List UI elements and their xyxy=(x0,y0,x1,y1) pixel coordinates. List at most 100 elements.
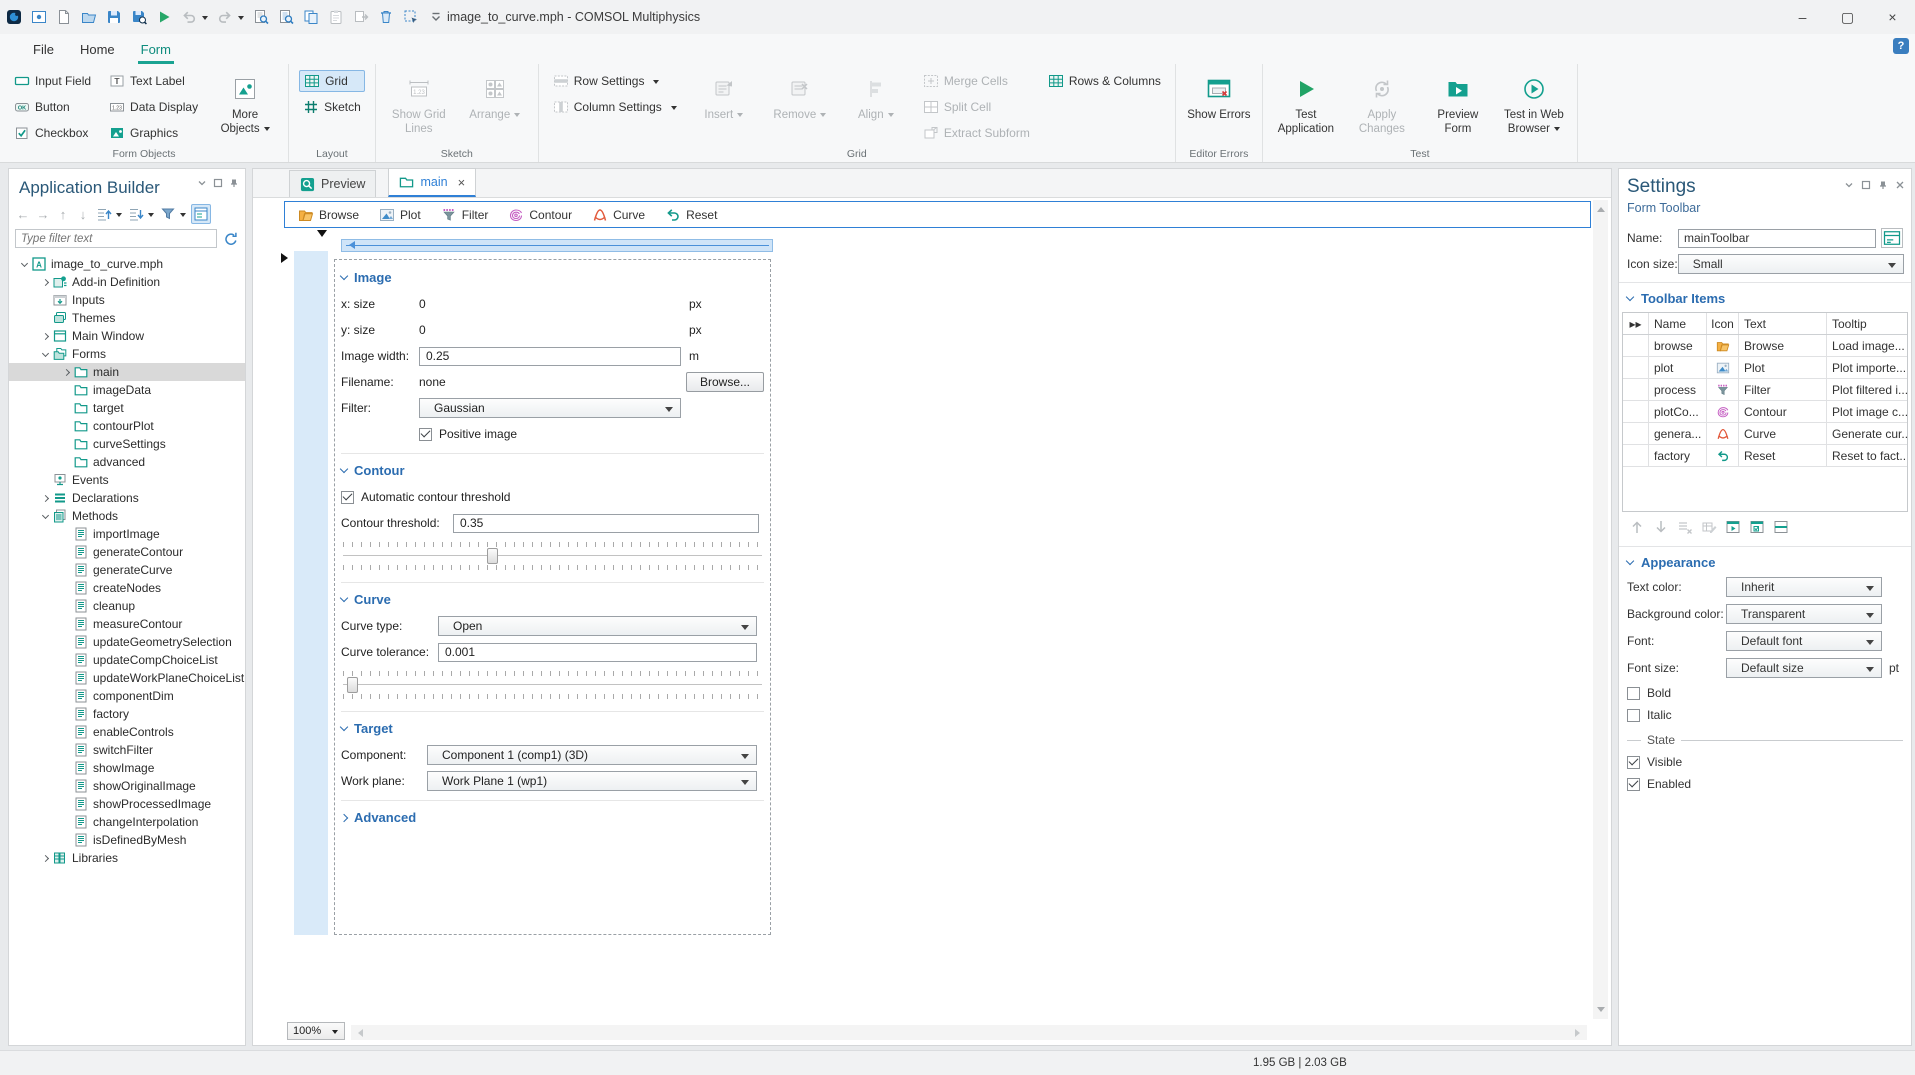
slider-thumb-handle[interactable] xyxy=(347,677,359,693)
tree-item-showoriginalimage[interactable]: showOriginalImage xyxy=(9,777,245,795)
scroll-left-icon[interactable] xyxy=(354,1028,363,1037)
panel-float-icon[interactable] xyxy=(1861,179,1871,190)
row-handle[interactable] xyxy=(1623,335,1649,356)
row-handle[interactable] xyxy=(1623,357,1649,378)
tree-expander-icon[interactable] xyxy=(38,494,52,502)
move-down-button[interactable] xyxy=(1653,519,1669,538)
vertical-scrollbar[interactable] xyxy=(1593,200,1608,1019)
collapse-all-button[interactable] xyxy=(127,205,155,223)
find-button[interactable] xyxy=(253,9,269,25)
ribbon-button-rows-columns[interactable]: Rows & Columns xyxy=(1044,70,1165,92)
combo-box[interactable]: Gaussian xyxy=(419,398,681,418)
tree-item-createnodes[interactable]: createNodes xyxy=(9,579,245,597)
ribbon-button-extract-subform[interactable]: Extract Subform xyxy=(919,122,1034,144)
move-up-button[interactable] xyxy=(1629,519,1645,538)
tree-item-themes[interactable]: Themes xyxy=(9,309,245,327)
tree-item-main-window[interactable]: Main Window xyxy=(9,327,245,345)
copy-button[interactable] xyxy=(303,9,319,25)
tree-item-componentdim[interactable]: componentDim xyxy=(9,687,245,705)
expand-all-button[interactable] xyxy=(95,205,123,223)
checkbox-enabled[interactable] xyxy=(1627,777,1640,791)
ribbon-button-merge-cells[interactable]: Merge Cells xyxy=(919,70,1034,92)
ribbon-button-more-objects[interactable]: More Objects xyxy=(212,70,278,136)
threshold-slider[interactable] xyxy=(341,668,764,702)
form-toolbar-factory-button[interactable]: Reset xyxy=(665,207,717,223)
combo-box[interactable]: Open xyxy=(438,616,757,636)
tree-item-factory[interactable]: factory xyxy=(9,705,245,723)
tree-item-updatecompchoicelist[interactable]: updateCompChoiceList xyxy=(9,651,245,669)
tree-item-showimage[interactable]: showImage xyxy=(9,759,245,777)
tree-item-target[interactable]: target xyxy=(9,399,245,417)
remove-item-button[interactable] xyxy=(1677,519,1693,538)
tab-main[interactable]: main × xyxy=(388,168,477,197)
section-header-target[interactable]: Target xyxy=(339,721,764,736)
column-width-indicator[interactable] xyxy=(341,239,773,252)
ribbon-button-test-in-web-browser[interactable]: Test in Web Browser xyxy=(1501,70,1567,136)
save-button[interactable] xyxy=(106,9,122,25)
ribbon-button-checkbox[interactable]: Checkbox xyxy=(10,122,95,144)
filter-button[interactable] xyxy=(159,205,187,223)
maximize-button[interactable]: ▢ xyxy=(1825,0,1870,34)
checkbox-italic[interactable] xyxy=(1627,708,1640,722)
filter-input[interactable] xyxy=(15,229,217,248)
panel-pin-icon[interactable] xyxy=(1878,179,1888,189)
combo-box[interactable]: Work Plane 1 (wp1) xyxy=(427,771,757,791)
tree-item-updateworkplanechoicelist[interactable]: updateWorkPlaneChoiceList xyxy=(9,669,245,687)
tree-item-main[interactable]: main xyxy=(9,363,245,381)
ribbon-button-text-label[interactable]: T Text Label xyxy=(105,70,202,92)
panel-pin-icon[interactable] xyxy=(229,177,239,187)
tree-item-showprocessedimage[interactable]: showProcessedImage xyxy=(9,795,245,813)
text-field[interactable]: 0.25 xyxy=(419,346,681,366)
tree-expander-icon[interactable] xyxy=(38,332,52,340)
ribbon-button-remove[interactable]: Remove xyxy=(767,70,833,123)
tree-item-contourplot[interactable]: contourPlot xyxy=(9,417,245,435)
text-field[interactable]: 0.001 xyxy=(438,642,757,662)
ribbon-tab-file[interactable]: File xyxy=(20,34,67,64)
form-toolbar-plotContour-button[interactable]: Contour xyxy=(508,207,572,223)
selected-grid-column[interactable] xyxy=(294,251,328,935)
select-region-button[interactable] xyxy=(403,9,419,25)
tree-item-image-to-curve-mph[interactable]: Aimage_to_curve.mph xyxy=(9,255,245,273)
desktop-windows-button[interactable] xyxy=(31,9,47,25)
ribbon-button-graphics[interactable]: Graphics xyxy=(105,122,202,144)
tree-item-libraries[interactable]: Libraries xyxy=(9,849,245,867)
tree-item-curvesettings[interactable]: curveSettings xyxy=(9,435,245,453)
checkbox[interactable] xyxy=(419,427,432,441)
minimize-button[interactable]: – xyxy=(1780,0,1825,34)
section-header-advanced[interactable]: Advanced xyxy=(339,810,764,825)
slider-thumb-handle[interactable] xyxy=(487,548,499,564)
help-button[interactable]: ? xyxy=(1893,38,1909,54)
ribbon-button-row-settings[interactable]: Row Settings xyxy=(549,70,681,92)
run-application-button[interactable] xyxy=(156,9,172,25)
toolbar-item-row-factory[interactable]: factory Reset Reset to fact... xyxy=(1623,445,1907,467)
add-toggle-item-button[interactable] xyxy=(1749,519,1765,538)
combo-background-color[interactable]: Transparent xyxy=(1726,604,1882,624)
form-toolbar-generateCurve-button[interactable]: Curve xyxy=(592,207,645,223)
ribbon-button-button[interactable]: OK Button xyxy=(10,96,95,118)
tree-item-advanced[interactable]: advanced xyxy=(9,453,245,471)
move-down-button[interactable]: ↓ xyxy=(75,206,91,223)
tree-expander-icon[interactable] xyxy=(38,278,52,286)
ribbon-tab-home[interactable]: Home xyxy=(67,34,128,64)
tree-expander-icon[interactable] xyxy=(38,511,52,519)
row-marker-icon[interactable] xyxy=(281,253,293,263)
add-separator-item-button[interactable] xyxy=(1773,519,1789,538)
scroll-down-icon[interactable] xyxy=(1596,1007,1605,1016)
model-data-access-button[interactable] xyxy=(191,204,211,224)
name-field[interactable]: mainToolbar xyxy=(1678,228,1876,248)
add-button-item-button[interactable] xyxy=(1725,519,1741,538)
ribbon-button-input-field[interactable]: Input Field xyxy=(10,70,95,92)
ribbon-tab-form[interactable]: Form xyxy=(128,34,184,64)
combo-box[interactable]: Component 1 (comp1) (3D) xyxy=(427,745,757,765)
tree-item-generatecurve[interactable]: generateCurve xyxy=(9,561,245,579)
checkbox[interactable] xyxy=(341,490,354,504)
zoom-control[interactable]: 100% xyxy=(287,1022,345,1040)
row-handle[interactable] xyxy=(1623,445,1649,466)
tree-item-generatecontour[interactable]: generateContour xyxy=(9,543,245,561)
tree-item-forms[interactable]: Forms xyxy=(9,345,245,363)
browse-button[interactable]: Browse... xyxy=(686,372,764,392)
ribbon-button-show-grid-lines[interactable]: 1.23 Show Grid Lines xyxy=(386,70,452,136)
tree-item-inputs[interactable]: Inputs xyxy=(9,291,245,309)
toolbar-item-row-browse[interactable]: browse Browse Load image... xyxy=(1623,335,1907,357)
go-to-source-button[interactable] xyxy=(1881,228,1903,248)
